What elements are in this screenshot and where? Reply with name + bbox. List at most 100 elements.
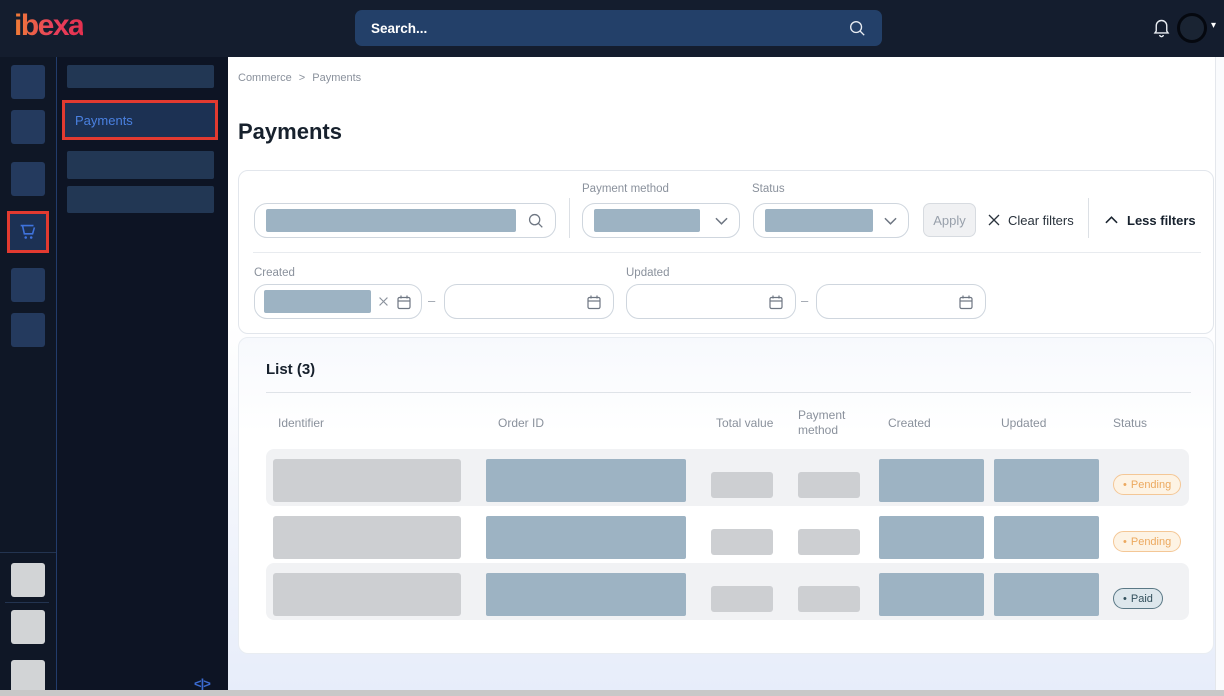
status-badge: • Pending (1113, 531, 1181, 552)
user-menu-caret-icon[interactable]: ▾ (1211, 20, 1216, 31)
breadcrumb-separator: > (299, 72, 305, 84)
created-to-date-input[interactable] (444, 284, 614, 319)
page-title: Payments (238, 119, 342, 145)
calendar-icon[interactable] (586, 294, 602, 310)
updated-from-date-input[interactable] (626, 284, 796, 319)
sidebar-icon-placeholder[interactable] (11, 65, 45, 99)
payment-row[interactable]: • Pending (266, 506, 1189, 563)
sidebar-divider (5, 602, 49, 603)
created-label: Created (254, 267, 295, 279)
updated-to-date-input[interactable] (816, 284, 986, 319)
search-icon (527, 212, 544, 229)
status-badge: •Pending (1113, 474, 1181, 495)
column-header-order-id: Order ID (498, 416, 544, 430)
updated-label: Updated (626, 267, 669, 279)
payments-list-panel: List (3) Identifier Order ID Total value… (238, 337, 1214, 654)
redacted-status-value (765, 209, 873, 232)
less-filters-label: Less filters (1127, 213, 1196, 228)
filter-divider (569, 198, 570, 238)
payment-row[interactable]: •Pending (266, 449, 1189, 506)
status-badge-label: Pending (1131, 536, 1171, 548)
panel-resize-handle[interactable]: <|> (194, 676, 210, 691)
date-range-dash: – (428, 293, 435, 308)
date-range-dash: – (801, 293, 808, 308)
horizontal-scrollbar[interactable] (0, 690, 1224, 696)
breadcrumb-commerce[interactable]: Commerce (238, 72, 292, 84)
redacted-total-value (711, 472, 773, 498)
redacted-payment-method (798, 472, 860, 498)
ibexa-logo[interactable]: ibexa (14, 9, 83, 43)
shopping-cart-icon[interactable] (17, 221, 39, 243)
column-header-status: Status (1113, 416, 1147, 430)
menu-item-placeholder[interactable] (67, 151, 214, 179)
sidebar-icon-placeholder[interactable] (11, 660, 45, 694)
status-dot-icon: • (1123, 593, 1127, 605)
status-badge-label: Paid (1131, 593, 1153, 605)
column-header-total-value: Total value (716, 416, 773, 430)
clear-filters-button[interactable]: Clear filters (987, 203, 1074, 237)
payment-method-select[interactable] (582, 203, 740, 238)
status-dot-icon: • (1123, 536, 1127, 548)
status-label: Status (752, 183, 785, 195)
column-header-identifier: Identifier (278, 416, 324, 430)
created-from-date-input[interactable] (254, 284, 422, 319)
sidebar-icon-placeholder[interactable] (11, 110, 45, 144)
secondary-menu-sidebar: Payments <|> (57, 57, 228, 690)
menu-item-placeholder[interactable] (67, 186, 214, 213)
redacted-search-value (266, 209, 516, 232)
status-select[interactable] (753, 203, 909, 238)
clear-x-icon (987, 213, 1001, 227)
redacted-updated (994, 573, 1099, 616)
topbar: ibexa Search... ▾ (0, 0, 1224, 57)
commerce-nav-highlight (7, 211, 49, 253)
redacted-identifier (273, 516, 461, 559)
breadcrumb: Commerce > Payments (238, 72, 361, 84)
redacted-payment-method (798, 586, 860, 612)
chevron-down-icon (884, 217, 897, 225)
status-badge: • Paid (1113, 588, 1163, 609)
list-title: List (3) (266, 361, 315, 378)
menu-item-payments[interactable]: Payments (62, 100, 218, 140)
primary-icon-sidebar (0, 57, 57, 690)
status-dot-icon: • (1123, 479, 1127, 491)
sidebar-icon-placeholder[interactable] (11, 313, 45, 347)
sidebar-icon-placeholder[interactable] (11, 610, 45, 644)
sidebar-divider (0, 552, 56, 553)
sidebar-icon-placeholder[interactable] (11, 162, 45, 196)
redacted-updated (994, 459, 1099, 502)
breadcrumb-payments[interactable]: Payments (312, 72, 361, 84)
column-header-payment-method: Payment method (798, 408, 862, 438)
menu-item-payments-label: Payments (75, 113, 133, 128)
calendar-icon[interactable] (396, 294, 412, 310)
filter-divider (1088, 198, 1089, 238)
apply-button[interactable]: Apply (923, 203, 976, 237)
sidebar-icon-placeholder[interactable] (11, 268, 45, 302)
less-filters-toggle[interactable]: Less filters (1105, 203, 1196, 237)
clear-date-icon[interactable] (378, 296, 389, 307)
redacted-total-value (711, 529, 773, 555)
user-avatar[interactable] (1177, 13, 1207, 43)
vertical-scrollbar[interactable] (1215, 57, 1224, 690)
redacted-identifier (273, 573, 461, 616)
search-placeholder: Search... (371, 21, 848, 36)
calendar-icon[interactable] (768, 294, 784, 310)
redacted-order-id (486, 516, 686, 559)
redacted-created (879, 516, 984, 559)
notifications-bell-icon[interactable] (1151, 16, 1172, 44)
sidebar-icon-placeholder[interactable] (11, 563, 45, 597)
payment-method-label: Payment method (582, 183, 669, 195)
redacted-updated (994, 516, 1099, 559)
calendar-icon[interactable] (958, 294, 974, 310)
redacted-payment-method-value (594, 209, 700, 232)
clear-filters-label: Clear filters (1008, 213, 1074, 228)
menu-item-placeholder[interactable] (67, 65, 214, 88)
search-filter-input[interactable] (254, 203, 556, 238)
filters-row-divider (253, 252, 1201, 253)
ibexa-admin-screen: ibexa Search... ▾ (0, 0, 1224, 696)
redacted-date-value (264, 290, 371, 313)
payment-row[interactable]: • Paid (266, 563, 1189, 620)
redacted-created (879, 573, 984, 616)
redacted-order-id (486, 459, 686, 502)
global-search-input[interactable]: Search... (355, 10, 882, 46)
column-header-updated: Updated (1001, 416, 1046, 430)
